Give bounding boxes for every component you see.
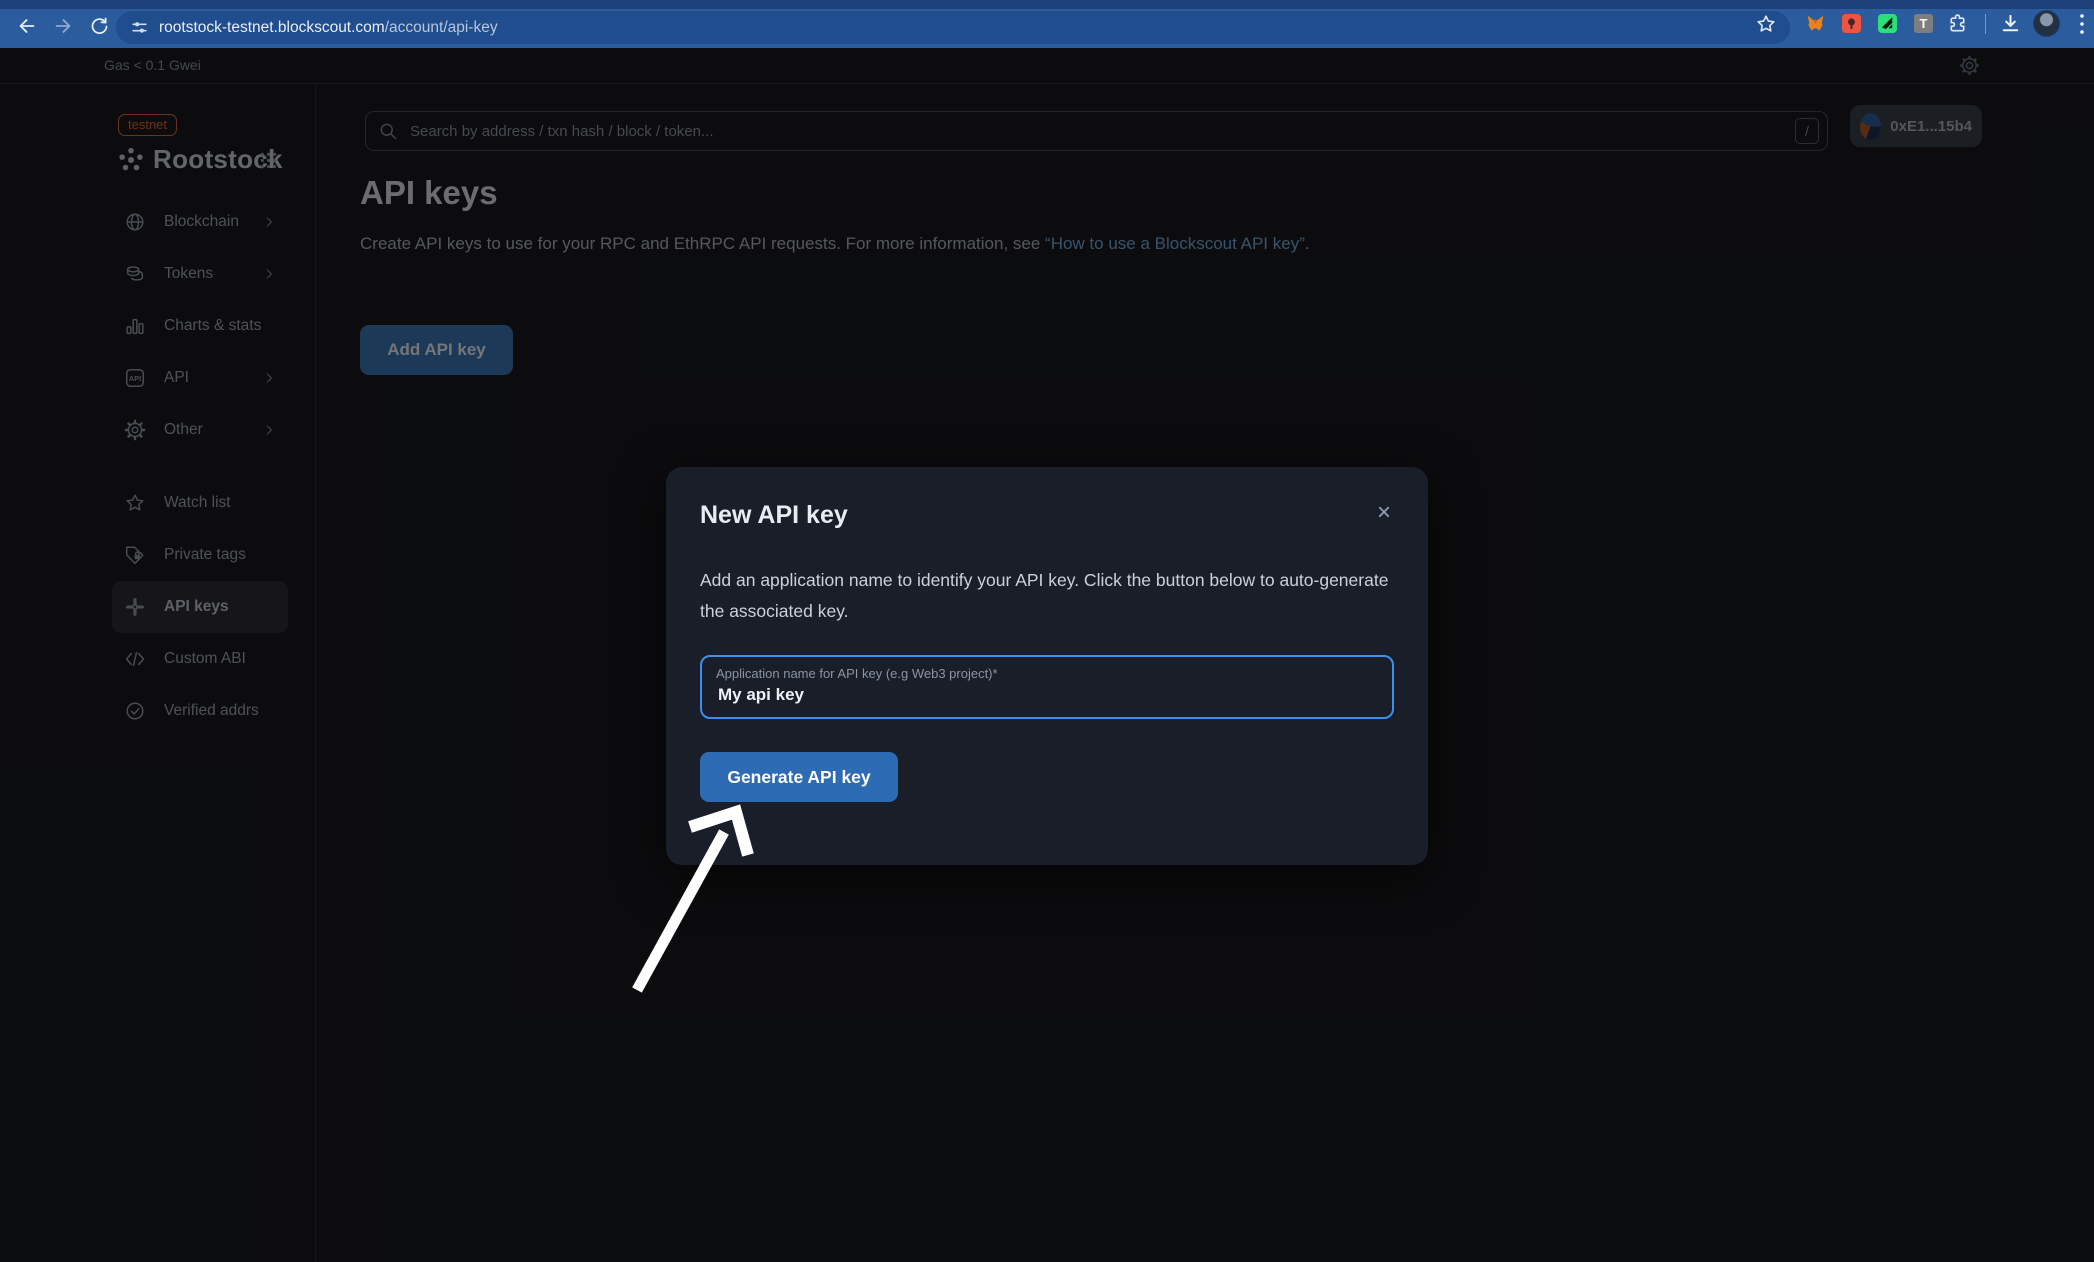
keyhole-icon — [1842, 14, 1861, 33]
back-arrow-icon — [16, 15, 38, 37]
site-settings-icon — [130, 18, 149, 37]
browser-reload-button[interactable] — [86, 13, 112, 39]
generate-api-key-button[interactable]: Generate API key — [700, 752, 898, 802]
metamask-extension-icon[interactable] — [1806, 14, 1825, 33]
application-name-field[interactable]: Application name for API key (e.g Web3 p… — [700, 655, 1394, 719]
extensions-button[interactable] — [1946, 12, 1969, 35]
application-name-input[interactable] — [716, 684, 1378, 706]
new-api-key-modal: New API key × Add an application name to… — [666, 467, 1428, 865]
address-bar[interactable]: rootstock-testnet.blockscout.com/account… — [116, 11, 1790, 44]
download-icon — [1999, 12, 2022, 35]
browser-chrome: rootstock-testnet.blockscout.com/account… — [0, 0, 2094, 48]
puzzle-icon — [1946, 12, 1969, 35]
page-body: Gas < 0.1 Gwei testnet Rootstock Blockch… — [0, 48, 2094, 1262]
close-icon: × — [1377, 499, 1391, 526]
t-extension-icon[interactable]: T — [1914, 14, 1933, 33]
modal-description: Add an application name to identify your… — [700, 565, 1400, 627]
bookmark-star-button[interactable] — [1755, 13, 1777, 35]
browser-forward-button[interactable] — [50, 13, 76, 39]
downloads-button[interactable] — [1999, 12, 2022, 35]
browser-back-button[interactable] — [14, 13, 40, 39]
application-name-label: Application name for API key (e.g Web3 p… — [716, 666, 1378, 681]
star-icon — [1755, 13, 1777, 35]
browser-profile-avatar[interactable] — [2033, 10, 2060, 37]
url-path: /account/api-key — [385, 19, 498, 36]
fox-icon — [1806, 14, 1825, 33]
angular-glyph-icon — [1878, 14, 1897, 33]
modal-title: New API key — [700, 501, 1394, 530]
browser-menu-button[interactable] — [2072, 11, 2092, 37]
modal-close-button[interactable]: × — [1368, 497, 1400, 529]
red-extension-icon[interactable] — [1842, 14, 1861, 33]
kebab-menu-icon — [2072, 11, 2092, 37]
toolbar-separator — [1985, 14, 1986, 34]
url-domain: rootstock-testnet.blockscout.com — [159, 19, 385, 36]
reload-icon — [89, 16, 110, 37]
green-extension-icon[interactable] — [1878, 14, 1897, 33]
url-text: rootstock-testnet.blockscout.com/account… — [159, 19, 498, 37]
window-top-strip — [0, 0, 2094, 9]
t-extension-label: T — [1920, 16, 1928, 31]
forward-arrow-icon — [52, 15, 74, 37]
